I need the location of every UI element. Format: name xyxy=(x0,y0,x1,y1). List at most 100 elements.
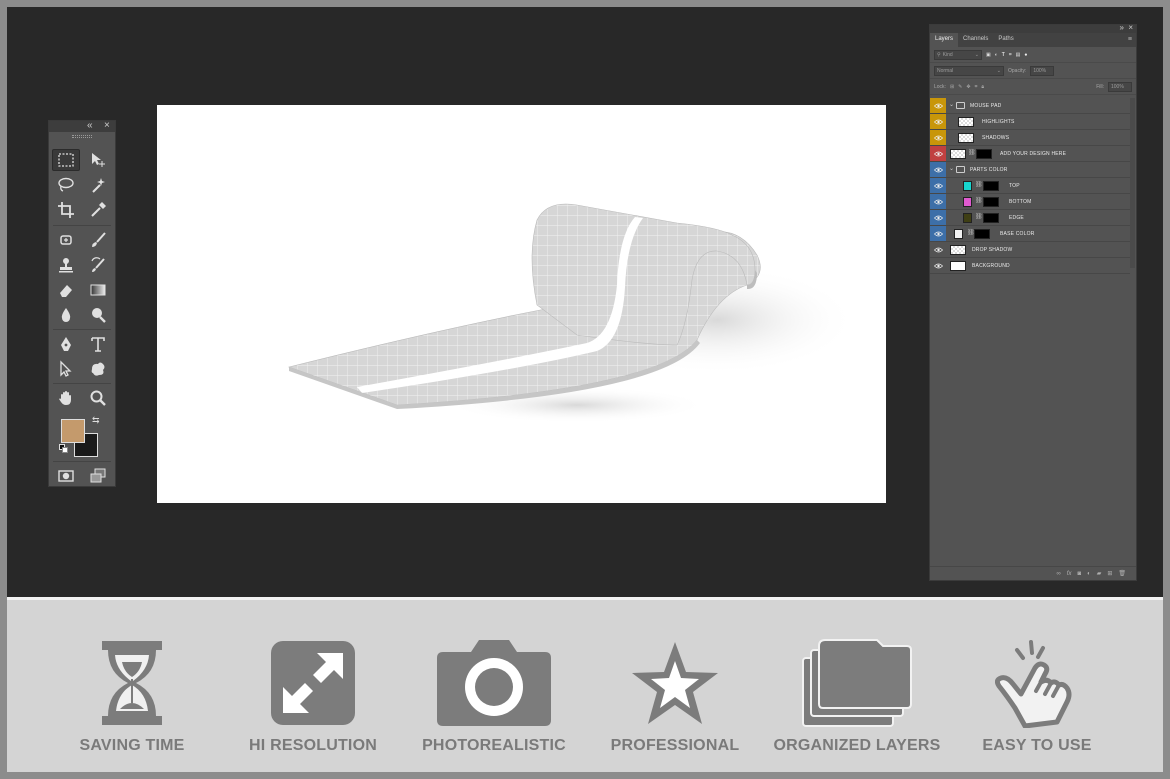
brush-tool-icon[interactable] xyxy=(84,229,112,251)
filter-kind-select[interactable]: ⚲ Kind ⌄ xyxy=(934,49,982,60)
layer-row[interactable]: ⛓ BOTTOM xyxy=(930,194,1130,210)
visibility-eye-icon[interactable] xyxy=(930,258,946,273)
blend-mode-select[interactable]: Normal ⌄ xyxy=(934,65,1004,76)
layer-row[interactable]: ⌄ MOUSE PAD xyxy=(930,98,1130,114)
new-group-icon[interactable]: ▰ xyxy=(1097,570,1102,577)
link-layers-icon[interactable]: ∞ xyxy=(1057,571,1061,577)
close-icon[interactable]: × xyxy=(1128,23,1133,32)
lock-image-icon[interactable]: ✎ xyxy=(958,84,962,90)
double-chevron-left-icon[interactable]: « xyxy=(87,120,93,131)
shape-filter-icon[interactable]: ⌗ xyxy=(1009,52,1012,58)
zoom-tool-icon[interactable] xyxy=(84,387,112,409)
history-brush-icon[interactable] xyxy=(84,254,112,276)
lock-all-icon[interactable]: 🔒︎ xyxy=(981,84,984,90)
path-selection-tool-icon[interactable] xyxy=(52,358,80,380)
fill-field[interactable]: 100% xyxy=(1108,81,1132,92)
clone-stamp-tool-icon[interactable] xyxy=(52,254,80,276)
visibility-eye-icon[interactable] xyxy=(930,162,946,177)
swap-colors-icon[interactable]: ⇆ xyxy=(92,415,100,426)
mask-thumbnail xyxy=(983,181,999,191)
layers-scrollbar[interactable] xyxy=(1130,98,1135,268)
visibility-eye-icon[interactable] xyxy=(930,130,946,145)
lasso-tool-icon[interactable] xyxy=(52,174,80,196)
layer-name: SHADOWS xyxy=(982,135,1010,141)
link-icon: ⛓ xyxy=(975,214,983,220)
gradient-tool-icon[interactable] xyxy=(84,279,112,301)
custom-shape-tool-icon[interactable] xyxy=(84,358,112,380)
visibility-eye-icon[interactable] xyxy=(930,114,946,129)
document-canvas[interactable] xyxy=(157,105,886,503)
hourglass-icon xyxy=(42,638,222,728)
visibility-eye-icon[interactable] xyxy=(930,178,946,193)
hand-tool-icon[interactable] xyxy=(52,387,80,409)
feature-label: PROFESSIONAL xyxy=(610,737,740,754)
chevron-down-icon[interactable]: ⌄ xyxy=(949,165,954,172)
layer-style-icon[interactable]: fx xyxy=(1067,571,1072,577)
lock-transparent-icon[interactable]: ⊞ xyxy=(950,84,954,90)
layer-row[interactable]: ⛓ EDGE xyxy=(930,210,1130,226)
filter-toggle-icon[interactable]: ● xyxy=(1024,52,1027,58)
layer-name: DROP SHADOW xyxy=(972,247,1013,253)
eyedropper-tool-icon[interactable] xyxy=(84,199,112,221)
crop-tool-icon[interactable] xyxy=(52,199,80,221)
adjustment-filter-icon[interactable]: ◐ xyxy=(995,52,998,58)
layer-row[interactable]: SHADOWS xyxy=(930,130,1130,146)
pen-tool-icon[interactable] xyxy=(52,333,80,355)
spot-healing-brush-icon[interactable] xyxy=(52,229,80,251)
type-filter-icon[interactable]: T xyxy=(1002,52,1005,58)
double-chevron-right-icon[interactable]: » xyxy=(1120,23,1124,32)
feature-label: ORGANIZED LAYERS xyxy=(773,737,941,754)
visibility-eye-icon[interactable] xyxy=(930,242,946,257)
add-mask-icon[interactable]: ◙ xyxy=(1077,571,1081,577)
chevron-down-icon: ⌄ xyxy=(996,67,1001,74)
tab-channels[interactable]: Channels xyxy=(958,33,993,47)
blur-tool-icon[interactable] xyxy=(52,304,80,326)
close-icon[interactable]: × xyxy=(104,120,110,131)
feature-hi-resolution: HI RESOLUTION xyxy=(223,600,403,772)
layer-row[interactable]: ⌄ PARTS COLOR xyxy=(930,162,1130,178)
mask-thumbnail xyxy=(983,197,999,207)
quick-mask-icon[interactable] xyxy=(52,465,80,487)
layer-thumbnail xyxy=(958,133,974,143)
foreground-color-swatch[interactable] xyxy=(61,419,85,443)
new-layer-icon[interactable]: ⊞ xyxy=(1107,570,1112,577)
visibility-eye-icon[interactable] xyxy=(930,194,946,209)
blend-opacity-row: Normal ⌄ Opacity: 100% xyxy=(930,63,1136,79)
delete-layer-icon[interactable]: 🗑︎ xyxy=(1118,570,1126,577)
layer-row[interactable]: ⛓ TOP xyxy=(930,178,1130,194)
move-tool-icon[interactable] xyxy=(84,149,112,171)
feature-easy-to-use: EASY TO USE xyxy=(947,600,1127,772)
panel-grip[interactable] xyxy=(49,132,115,140)
rectangular-marquee-tool-icon[interactable] xyxy=(52,149,80,171)
eraser-tool-icon[interactable] xyxy=(52,279,80,301)
layer-row[interactable]: ⛓ ADD YOUR DESIGN HERE xyxy=(930,146,1130,162)
chevron-down-icon: ⌄ xyxy=(974,51,979,58)
lock-position-icon[interactable]: ✥ xyxy=(966,84,970,90)
pixel-filter-icon[interactable]: ▣ xyxy=(986,52,991,58)
magic-wand-tool-icon[interactable] xyxy=(84,174,112,196)
default-colors-icon[interactable] xyxy=(59,444,68,453)
layer-row[interactable]: HIGHLIGHTS xyxy=(930,114,1130,130)
feature-photorealistic: PHOTOREALISTIC xyxy=(404,600,584,772)
smart-object-filter-icon[interactable]: ▤ xyxy=(1016,52,1021,58)
adjustment-layer-icon[interactable]: ◐ xyxy=(1087,571,1091,577)
panel-menu-icon[interactable]: ≡ xyxy=(1128,36,1132,43)
visibility-eye-icon[interactable] xyxy=(930,146,946,161)
layer-row[interactable]: DROP SHADOW xyxy=(930,242,1130,258)
opacity-field[interactable]: 100% xyxy=(1030,65,1055,76)
dodge-tool-icon[interactable] xyxy=(84,304,112,326)
tab-paths[interactable]: Paths xyxy=(993,33,1018,47)
visibility-eye-icon[interactable] xyxy=(930,98,946,113)
lock-label: Lock: xyxy=(934,83,946,90)
lock-artboard-icon[interactable]: ⌗ xyxy=(975,84,978,90)
tab-layers[interactable]: Layers xyxy=(930,33,959,47)
layer-name: TOP xyxy=(1009,183,1020,189)
screen-mode-icon[interactable] xyxy=(84,465,112,487)
feature-label: HI RESOLUTION xyxy=(249,737,377,754)
chevron-down-icon[interactable]: ⌄ xyxy=(949,101,954,108)
visibility-eye-icon[interactable] xyxy=(930,210,946,225)
visibility-eye-icon[interactable] xyxy=(930,226,946,241)
layer-row[interactable]: ⛓ BASE COLOR xyxy=(930,226,1130,242)
layer-row[interactable]: BACKGROUND xyxy=(930,258,1130,274)
type-tool-icon[interactable] xyxy=(84,333,112,355)
